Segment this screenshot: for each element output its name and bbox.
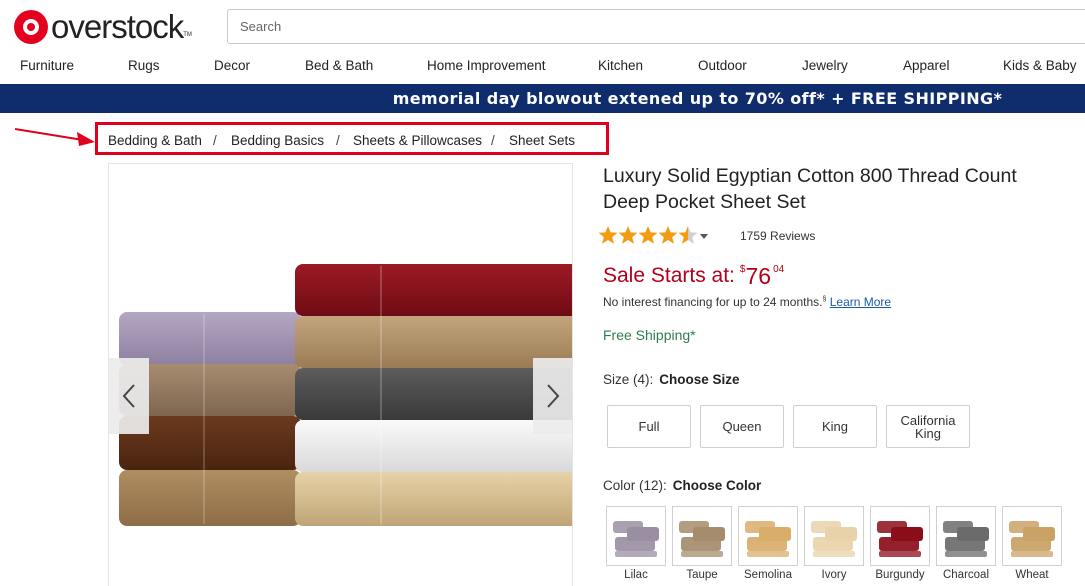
breadcrumb-separator: / (336, 133, 340, 148)
color-count: Color (12): (603, 478, 667, 493)
color-swatch-label: Ivory (821, 569, 847, 581)
sheet-thumbnail-icon (679, 521, 725, 557)
star-rating-icon (598, 226, 708, 244)
nav-item-kids-baby[interactable]: Kids & Baby (1003, 58, 1077, 73)
search-input[interactable] (227, 9, 1085, 44)
sheet-thumbnail-icon (943, 521, 989, 557)
breadcrumb-separator: / (213, 133, 217, 148)
color-swatch-taupe[interactable] (672, 506, 732, 566)
sheet-thumbnail-icon (745, 521, 791, 557)
price-label: Sale Starts at: (603, 264, 735, 287)
logo-text: overstock (51, 8, 184, 45)
overstock-logo[interactable]: overstock TM (14, 8, 192, 46)
color-label: Color (12): Choose Color (603, 478, 761, 493)
sheet-thumbnail-icon (811, 521, 857, 557)
sale-price: Sale Starts at: $ 76 04 (603, 262, 784, 290)
size-choose-label: Choose Size (659, 372, 740, 387)
product-image-gallery[interactable] (108, 163, 573, 586)
nav-item-kitchen[interactable]: Kitchen (598, 58, 643, 73)
nav-item-outdoor[interactable]: Outdoor (698, 58, 747, 73)
nav-item-rugs[interactable]: Rugs (128, 58, 160, 73)
sheet-thumbnail-icon (613, 521, 659, 557)
size-count: Size (4): (603, 372, 654, 387)
category-nav: Furniture Rugs Decor Bed & Bath Home Imp… (0, 58, 1085, 78)
size-option-king[interactable]: King (793, 405, 877, 448)
color-swatch-semolina[interactable] (738, 506, 798, 566)
product-title: Luxury Solid Egyptian Cotton 800 Thread … (603, 163, 1073, 215)
price-cents: 04 (773, 264, 785, 275)
sheet-thumbnail-icon (877, 521, 923, 557)
nav-item-home-improvement[interactable]: Home Improvement (427, 58, 546, 73)
color-choose-label: Choose Color (672, 478, 762, 493)
color-swatch-label: Semolina (744, 569, 792, 581)
promo-banner[interactable]: memorial day blowout extened up to 70% o… (0, 84, 1085, 113)
breadcrumb-separator: / (491, 133, 495, 148)
product-image (119, 264, 572, 526)
chevron-right-icon (547, 384, 560, 408)
review-count-link[interactable]: 1759 Reviews (740, 229, 815, 243)
rating-stars[interactable] (598, 225, 718, 247)
nav-item-furniture[interactable]: Furniture (20, 58, 74, 73)
nav-item-bed-bath[interactable]: Bed & Bath (305, 58, 373, 73)
color-swatch-burgundy[interactable] (870, 506, 930, 566)
breadcrumb: Bedding & Bath / Bedding Basics / Sheets… (95, 122, 609, 155)
color-swatch-ivory[interactable] (804, 506, 864, 566)
color-swatch-lilac[interactable] (606, 506, 666, 566)
nav-item-apparel[interactable]: Apparel (903, 58, 950, 73)
size-option-california-king[interactable]: California King (886, 405, 970, 448)
gallery-prev-button[interactable] (109, 358, 149, 434)
chevron-left-icon (122, 384, 135, 408)
gallery-next-button[interactable] (533, 358, 572, 434)
product-title-line-1: Luxury Solid Egyptian Cotton 800 Thread … (603, 165, 1017, 187)
annotation-arrow-icon (15, 128, 95, 146)
learn-more-link[interactable]: Learn More (830, 295, 891, 309)
breadcrumb-sheet-sets[interactable]: Sheet Sets (509, 133, 575, 148)
color-swatch-label: Lilac (624, 569, 648, 581)
logo-trademark: TM (183, 32, 192, 38)
financing-mark: § (822, 296, 827, 303)
breadcrumb-sheets-pillowcases[interactable]: Sheets & Pillowcases (353, 133, 482, 148)
size-option-queen[interactable]: Queen (700, 405, 784, 448)
size-label: Size (4): Choose Size (603, 372, 740, 387)
color-swatch-label: Taupe (686, 569, 718, 581)
product-title-line-2: Deep Pocket Sheet Set (603, 191, 806, 213)
breadcrumb-bedding-basics[interactable]: Bedding Basics (231, 133, 324, 148)
color-swatch-charcoal[interactable] (936, 506, 996, 566)
sheet-thumbnail-icon (1009, 521, 1055, 557)
breadcrumb-bedding-bath[interactable]: Bedding & Bath (108, 133, 202, 148)
price-dollars: 76 (745, 263, 772, 289)
logo-mark-icon (14, 10, 48, 44)
financing-note: No interest financing for up to 24 month… (603, 295, 891, 309)
color-swatch-label: Charcoal (942, 569, 990, 581)
color-swatch-label: Wheat (1015, 569, 1049, 581)
size-option-full[interactable]: Full (607, 405, 691, 448)
color-swatch-label: Burgundy (875, 569, 925, 581)
financing-text: No interest financing for up to 24 month… (603, 295, 823, 309)
color-swatch-wheat[interactable] (1002, 506, 1062, 566)
nav-item-decor[interactable]: Decor (214, 58, 250, 73)
free-shipping-text: Free Shipping* (603, 327, 696, 343)
nav-item-jewelry[interactable]: Jewelry (802, 58, 848, 73)
